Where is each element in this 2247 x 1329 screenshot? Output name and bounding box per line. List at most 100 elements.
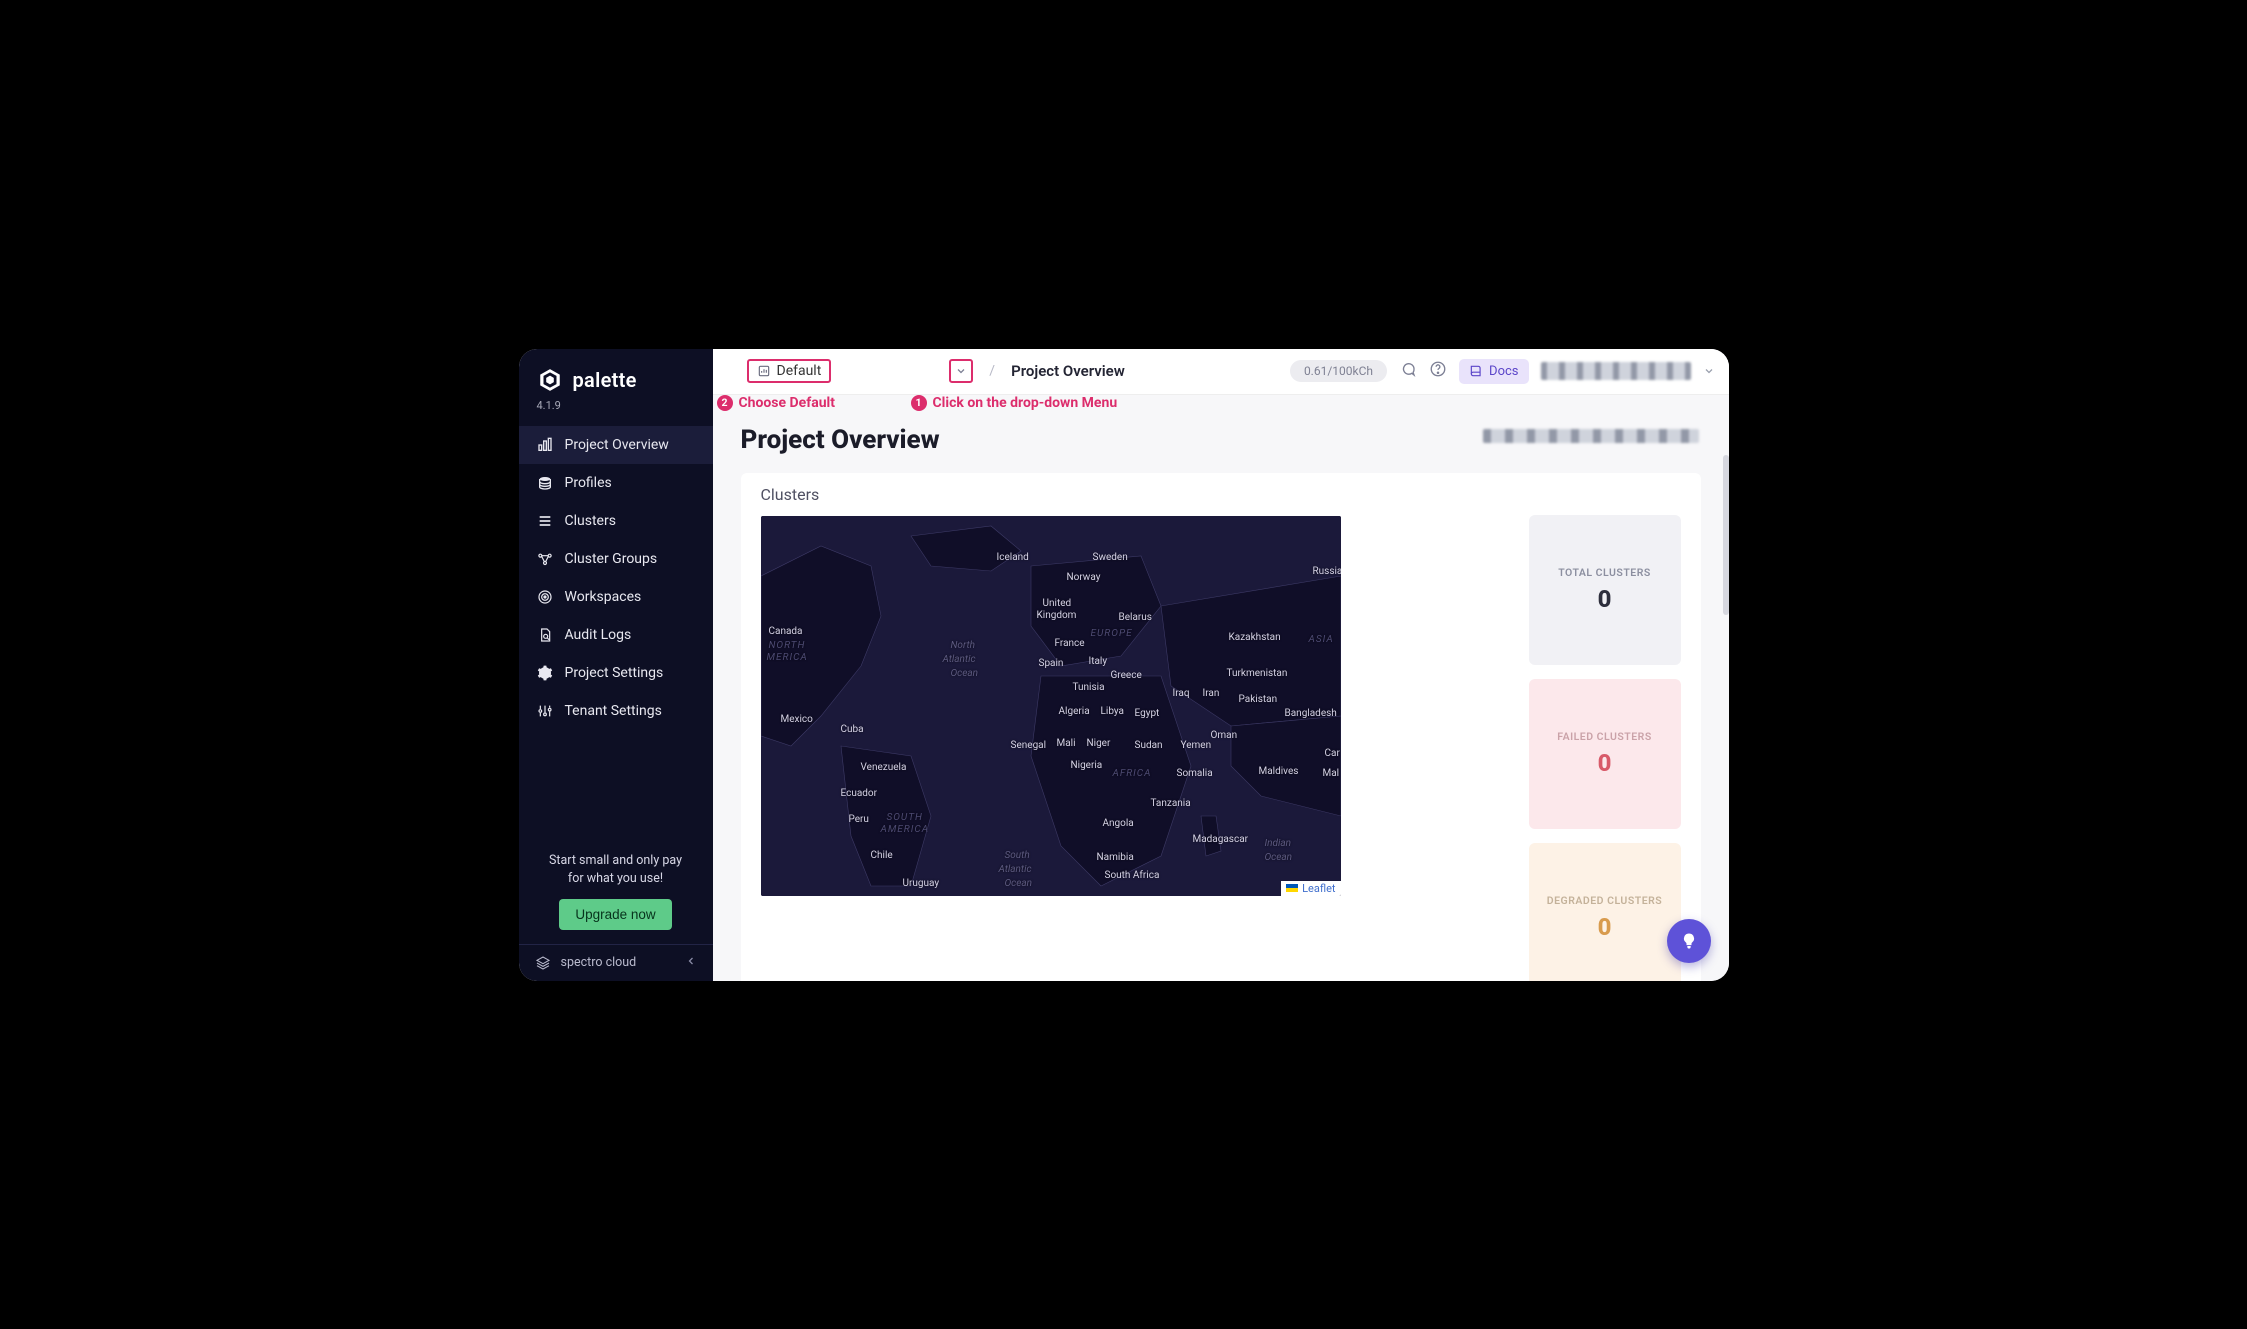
logo: palette xyxy=(519,349,713,399)
map-attribution[interactable]: Leaflet xyxy=(1281,881,1340,896)
map-country-label: Sweden xyxy=(1093,552,1128,563)
sidebar-item-workspaces[interactable]: Workspaces xyxy=(519,578,713,616)
spectrocloud-logo-icon xyxy=(535,955,551,971)
sidebar-item-label: Cluster Groups xyxy=(565,551,658,567)
map-country-label: Iran xyxy=(1203,688,1220,699)
stat-label: TOTAL CLUSTERS xyxy=(1558,566,1651,579)
map-country-label: Sudan xyxy=(1135,740,1163,751)
map-country-label: Greece xyxy=(1111,670,1142,681)
map-country-label: Niger xyxy=(1087,738,1111,749)
breadcrumb-title: Project Overview xyxy=(1011,362,1125,380)
help-fab[interactable] xyxy=(1667,919,1711,963)
map-country-label: Kingdom xyxy=(1037,610,1077,621)
map-region-label: South xyxy=(1005,850,1030,861)
sliders-icon xyxy=(537,703,553,719)
stat-value: 0 xyxy=(1598,749,1612,777)
stat-failed-clusters: FAILED CLUSTERS 0 xyxy=(1529,679,1681,829)
map-country-label: Mali xyxy=(1057,738,1076,749)
sidebar-item-tenant-settings[interactable]: Tenant Settings xyxy=(519,692,713,730)
stat-label: DEGRADED CLUSTERS xyxy=(1547,894,1662,907)
map-country-label: Car xyxy=(1325,748,1340,759)
map-country-label: Uruguay xyxy=(903,878,940,889)
map-country-label: Libya xyxy=(1101,706,1124,717)
sidebar-item-label: Project Settings xyxy=(565,665,664,681)
app-window: palette 4.1.9 Project Overview Profiles xyxy=(519,349,1729,981)
book-icon xyxy=(1469,364,1483,378)
sidebar-footer: spectro cloud xyxy=(519,944,713,981)
map-country-label: South Africa xyxy=(1105,870,1160,881)
chart-icon xyxy=(757,364,771,378)
chat-icon[interactable] xyxy=(1399,360,1417,382)
collapse-sidebar-icon[interactable] xyxy=(685,955,697,970)
user-info-redacted xyxy=(1541,362,1691,380)
map-country-label: Iraq xyxy=(1173,688,1190,699)
sidebar-item-project-settings[interactable]: Project Settings xyxy=(519,654,713,692)
map-region-label: EUROPE xyxy=(1091,628,1133,639)
map-country-label: Russia xyxy=(1313,566,1341,577)
map-country-label: Yemen xyxy=(1181,740,1212,751)
footer-brand-text: spectro cloud xyxy=(561,955,637,970)
map-region-label: SOUTH xyxy=(887,812,923,823)
map-region-label: NORTH xyxy=(769,640,806,651)
map-region-label: Atlantic xyxy=(943,654,976,665)
map-country-label: United xyxy=(1043,598,1072,609)
map-country-label: Tunisia xyxy=(1073,682,1105,693)
sidebar-item-project-overview[interactable]: Project Overview xyxy=(519,426,713,464)
file-search-icon xyxy=(537,627,553,643)
upgrade-promo: Start small and only pay for what you us… xyxy=(519,852,713,943)
map-region-label: Ocean xyxy=(1005,878,1033,889)
map-country-label: Angola xyxy=(1103,818,1134,829)
map-country-label: Venezuela xyxy=(861,762,907,773)
map-country-label: Ecuador xyxy=(841,788,878,799)
project-name: Default xyxy=(777,363,822,379)
scrollbar[interactable] xyxy=(1723,455,1729,615)
chart-bar-icon xyxy=(537,437,553,453)
main-area: Default / Project Overview 0.61/100kCh xyxy=(713,349,1729,981)
sidebar-item-label: Clusters xyxy=(565,513,616,529)
stat-label: FAILED CLUSTERS xyxy=(1557,730,1652,743)
map-country-label: Namibia xyxy=(1097,852,1134,863)
sidebar-item-audit-logs[interactable]: Audit Logs xyxy=(519,616,713,654)
map-country-label: Norway xyxy=(1067,572,1101,583)
upgrade-button[interactable]: Upgrade now xyxy=(559,899,671,930)
clusters-map[interactable]: IcelandSwedenNorwayRussiaUnitedKingdomBe… xyxy=(761,516,1341,896)
stat-value: 0 xyxy=(1598,913,1612,941)
sidebar-item-clusters[interactable]: Clusters xyxy=(519,502,713,540)
map-country-label: Maldives xyxy=(1259,766,1299,777)
list-icon xyxy=(537,513,553,529)
map-country-label: Cuba xyxy=(841,724,864,735)
lightbulb-icon xyxy=(1679,931,1699,951)
docs-button[interactable]: Docs xyxy=(1459,359,1528,384)
chevron-down-icon[interactable] xyxy=(1703,365,1715,377)
sidebar-item-label: Profiles xyxy=(565,475,612,491)
clusters-panel: Clusters xyxy=(741,473,1701,981)
project-dropdown-toggle[interactable] xyxy=(949,359,973,383)
sidebar-nav: Project Overview Profiles Clusters xyxy=(519,426,713,730)
cluster-stats: TOTAL CLUSTERS 0 FAILED CLUSTERS 0 DEGRA… xyxy=(1529,473,1681,981)
map-country-label: France xyxy=(1055,638,1085,649)
map-region-label: MERICA xyxy=(767,652,808,663)
clusters-heading: Clusters xyxy=(761,473,1469,516)
map-region-label: North xyxy=(951,640,976,651)
map-country-label: Italy xyxy=(1089,656,1108,667)
map-country-label: Egypt xyxy=(1135,708,1160,719)
page-content: Project Overview Clusters xyxy=(713,395,1729,981)
map-country-label: Oman xyxy=(1211,730,1238,741)
map-country-label: Algeria xyxy=(1059,706,1090,717)
stat-degraded-clusters: DEGRADED CLUSTERS 0 xyxy=(1529,843,1681,981)
map-country-label: Canada xyxy=(769,626,803,637)
sidebar-item-cluster-groups[interactable]: Cluster Groups xyxy=(519,540,713,578)
project-selector[interactable]: Default xyxy=(747,359,832,383)
map-country-label: Mal xyxy=(1323,768,1340,779)
sidebar-item-profiles[interactable]: Profiles xyxy=(519,464,713,502)
map-country-label: Spain xyxy=(1039,658,1064,669)
stat-total-clusters: TOTAL CLUSTERS 0 xyxy=(1529,515,1681,665)
map-country-label: Somalia xyxy=(1177,768,1213,779)
map-country-label: Turkmenistan xyxy=(1227,668,1288,679)
map-country-label: Iceland xyxy=(997,552,1029,563)
target-icon xyxy=(537,589,553,605)
sidebar-item-label: Workspaces xyxy=(565,589,642,605)
world-map-svg xyxy=(761,516,1341,896)
topbar: Default / Project Overview 0.61/100kCh xyxy=(713,349,1729,395)
help-icon[interactable] xyxy=(1429,360,1447,382)
